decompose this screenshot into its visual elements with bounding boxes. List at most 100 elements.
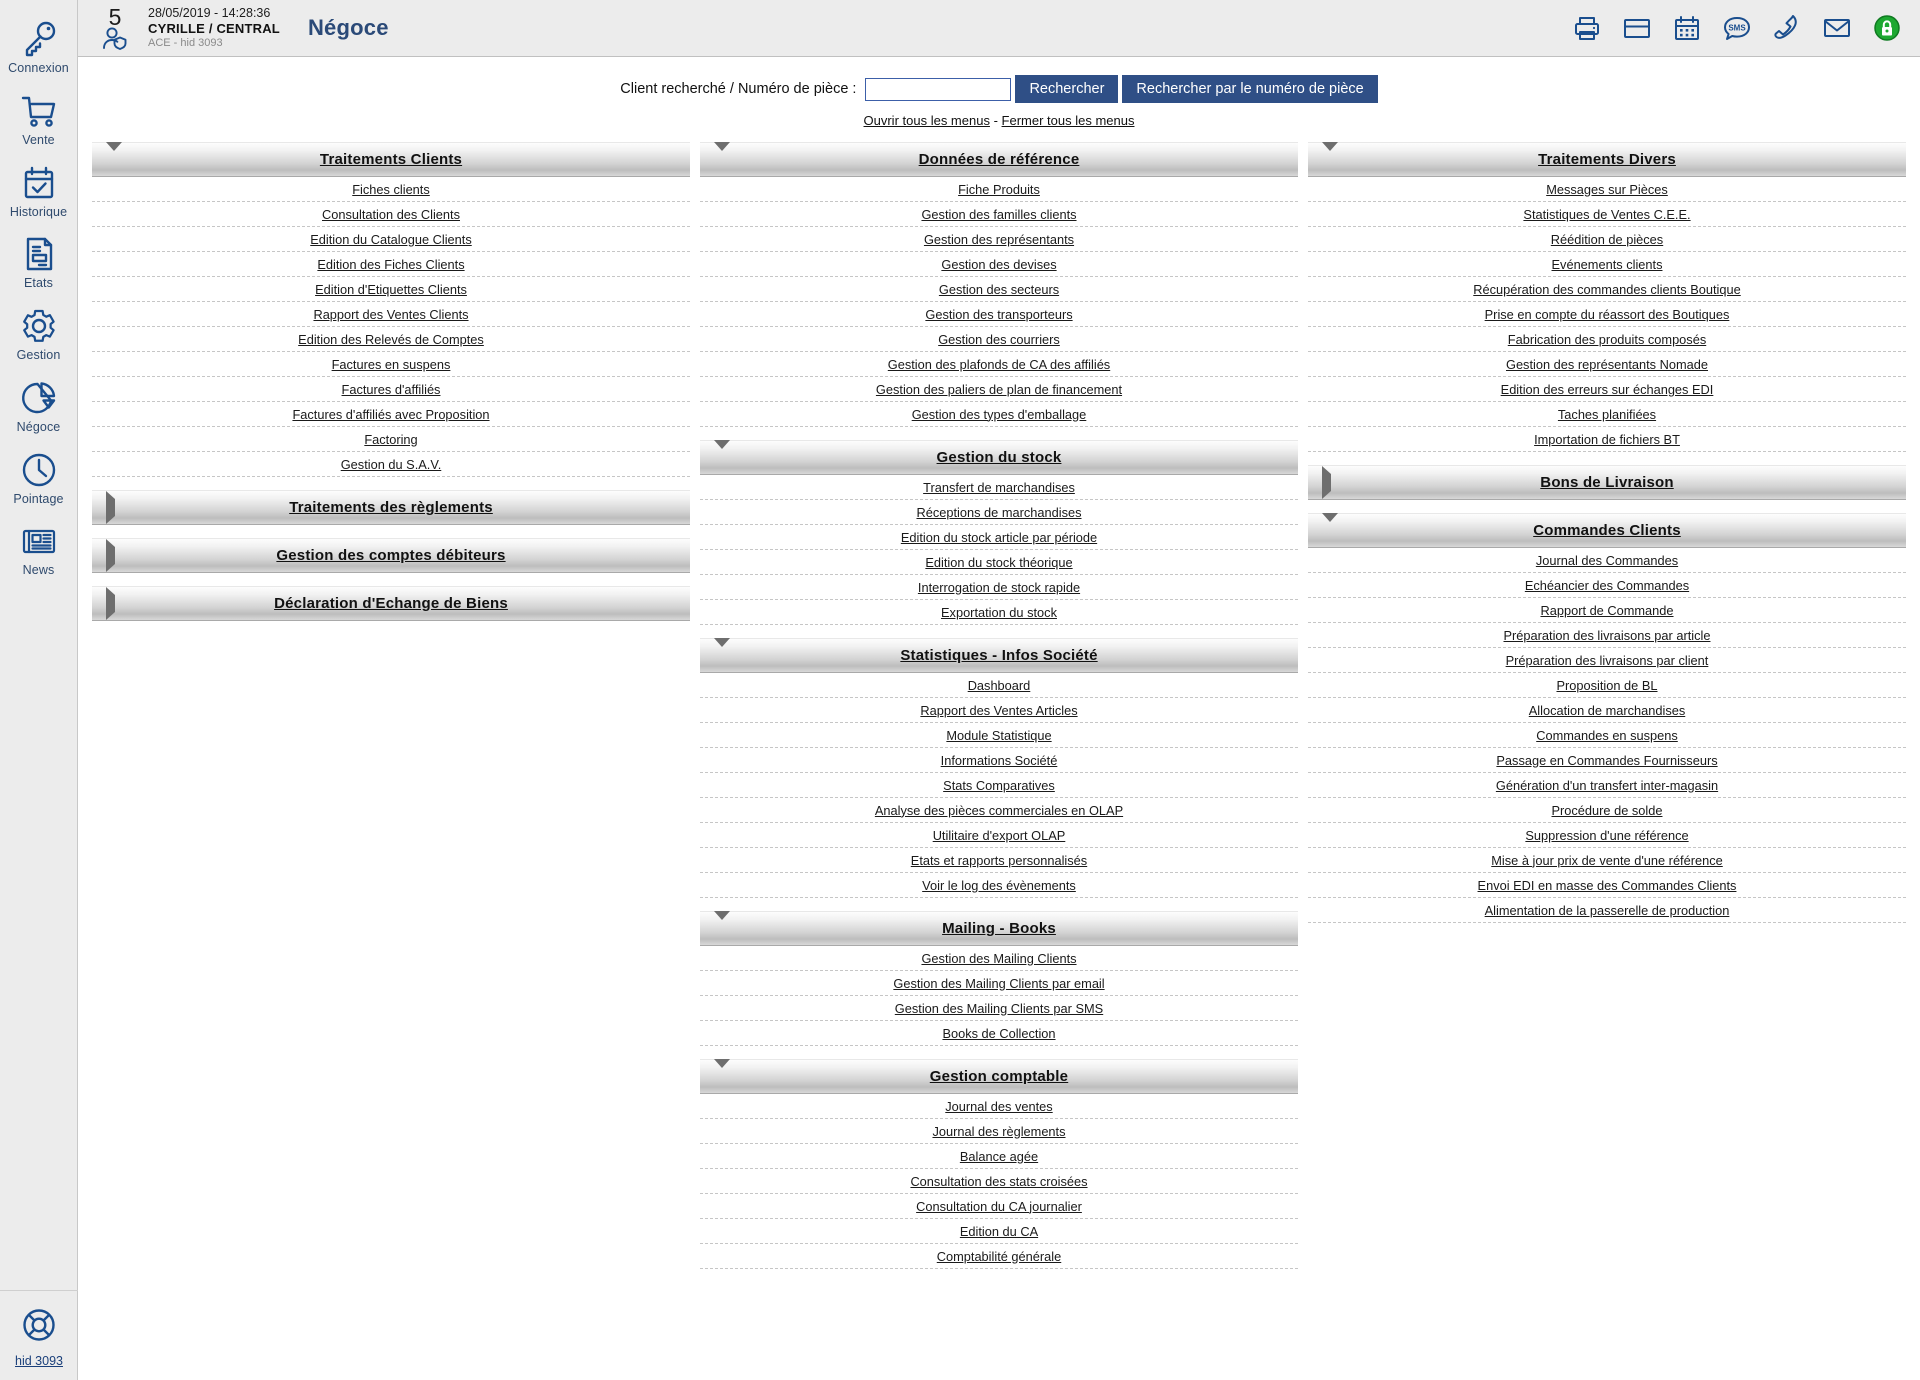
menu-item[interactable]: Prise en compte du réassort des Boutique…: [1308, 302, 1906, 327]
window-icon[interactable]: [1622, 13, 1652, 43]
sidebar-item-connexion[interactable]: Connexion: [0, 10, 78, 82]
menu-item-link[interactable]: Taches planifiées: [1558, 407, 1656, 422]
menu-item[interactable]: Edition du Catalogue Clients: [92, 227, 690, 252]
mail-icon[interactable]: [1822, 13, 1852, 43]
chevron-down-icon[interactable]: [714, 1058, 730, 1086]
menu-panel-header[interactable]: Gestion comptable: [700, 1058, 1298, 1094]
menu-item-link[interactable]: Gestion des plafonds de CA des affiliés: [888, 357, 1110, 372]
menu-item[interactable]: Factoring: [92, 427, 690, 452]
menu-item[interactable]: Réceptions de marchandises: [700, 500, 1298, 525]
menu-item[interactable]: Gestion des Mailing Clients par SMS: [700, 996, 1298, 1021]
menu-item-link[interactable]: Factures d'affiliés: [342, 382, 441, 397]
menu-item[interactable]: Analyse des pièces commerciales en OLAP: [700, 798, 1298, 823]
menu-item[interactable]: Allocation de marchandises: [1308, 698, 1906, 723]
menu-item[interactable]: Procédure de solde: [1308, 798, 1906, 823]
menu-item[interactable]: Rapport des Ventes Articles: [700, 698, 1298, 723]
menu-item[interactable]: Utilitaire d'export OLAP: [700, 823, 1298, 848]
search-input[interactable]: [865, 77, 1012, 101]
menu-item-link[interactable]: Exportation du stock: [941, 605, 1057, 620]
sidebar-item-historique[interactable]: Historique: [0, 154, 78, 226]
menu-item-link[interactable]: Journal des ventes: [945, 1099, 1052, 1114]
menu-item[interactable]: Proposition de BL: [1308, 673, 1906, 698]
sidebar-item-vente[interactable]: Vente: [0, 82, 78, 154]
menu-item-link[interactable]: Etats et rapports personnalisés: [911, 853, 1087, 868]
menu-item-link[interactable]: Réédition de pièces: [1551, 232, 1663, 247]
menu-item-link[interactable]: Edition du stock théorique: [925, 555, 1072, 570]
menu-item-link[interactable]: Evénements clients: [1552, 257, 1663, 272]
menu-item-link[interactable]: Edition des Fiches Clients: [317, 257, 464, 272]
sidebar-item-negoce[interactable]: Négoce: [0, 369, 78, 441]
menu-item-link[interactable]: Voir le log des évènements: [922, 878, 1076, 893]
open-all-menus-link[interactable]: Ouvrir tous les menus: [864, 113, 990, 128]
menu-item[interactable]: Gestion des Mailing Clients: [700, 946, 1298, 971]
menu-item[interactable]: Commandes en suspens: [1308, 723, 1906, 748]
menu-panel-header[interactable]: Statistiques - Infos Société: [700, 637, 1298, 673]
menu-item[interactable]: Stats Comparatives: [700, 773, 1298, 798]
menu-item-link[interactable]: Balance agée: [960, 1149, 1038, 1164]
chevron-down-icon[interactable]: [106, 141, 122, 169]
menu-item[interactable]: Gestion des courriers: [700, 327, 1298, 352]
menu-item[interactable]: Gestion des représentants: [700, 227, 1298, 252]
menu-item-link[interactable]: Gestion des devises: [941, 257, 1056, 272]
menu-item[interactable]: Comptabilité générale: [700, 1244, 1298, 1269]
menu-item-link[interactable]: Proposition de BL: [1556, 678, 1657, 693]
menu-panel-header[interactable]: Commandes Clients: [1308, 512, 1906, 548]
menu-item[interactable]: Alimentation de la passerelle de product…: [1308, 898, 1906, 923]
sidebar-item-news[interactable]: News: [0, 512, 78, 584]
menu-item-link[interactable]: Comptabilité générale: [937, 1249, 1062, 1264]
menu-item-link[interactable]: Utilitaire d'export OLAP: [933, 828, 1066, 843]
menu-item-link[interactable]: Envoi EDI en masse des Commandes Clients: [1478, 878, 1737, 893]
menu-item[interactable]: Mise à jour prix de vente d'une référenc…: [1308, 848, 1906, 873]
menu-item[interactable]: Edition des erreurs sur échanges EDI: [1308, 377, 1906, 402]
menu-item[interactable]: Books de Collection: [700, 1021, 1298, 1046]
lock-icon[interactable]: [1872, 13, 1902, 43]
menu-item[interactable]: Journal des ventes: [700, 1094, 1298, 1119]
menu-item-link[interactable]: Gestion des secteurs: [939, 282, 1059, 297]
menu-item[interactable]: Envoi EDI en masse des Commandes Clients: [1308, 873, 1906, 898]
menu-item-link[interactable]: Stats Comparatives: [943, 778, 1055, 793]
menu-item[interactable]: Gestion des devises: [700, 252, 1298, 277]
menu-item[interactable]: Edition des Relevés de Comptes: [92, 327, 690, 352]
menu-item-link[interactable]: Edition des Relevés de Comptes: [298, 332, 484, 347]
menu-item-link[interactable]: Commandes en suspens: [1536, 728, 1678, 743]
menu-item-link[interactable]: Consultation du CA journalier: [916, 1199, 1082, 1214]
menu-panel-header[interactable]: Traitements Clients: [92, 141, 690, 177]
menu-item-link[interactable]: Procédure de solde: [1552, 803, 1663, 818]
menu-item-link[interactable]: Gestion des Mailing Clients par email: [893, 976, 1104, 991]
menu-item[interactable]: Rapport des Ventes Clients: [92, 302, 690, 327]
menu-item[interactable]: Dashboard: [700, 673, 1298, 698]
menu-item[interactable]: Journal des règlements: [700, 1119, 1298, 1144]
menu-item-link[interactable]: Préparation des livraisons par client: [1506, 653, 1709, 668]
calendar-icon[interactable]: [1672, 13, 1702, 43]
menu-item-link[interactable]: Gestion des courriers: [938, 332, 1060, 347]
chevron-down-icon[interactable]: [1322, 141, 1338, 169]
menu-item[interactable]: Gestion des secteurs: [700, 277, 1298, 302]
menu-item[interactable]: Factures d'affiliés: [92, 377, 690, 402]
menu-panel-header[interactable]: Déclaration d'Echange de Biens: [92, 586, 690, 621]
menu-item-link[interactable]: Factoring: [364, 432, 417, 447]
menu-item-link[interactable]: Alimentation de la passerelle de product…: [1485, 903, 1730, 918]
menu-item-link[interactable]: Réceptions de marchandises: [916, 505, 1081, 520]
menu-item[interactable]: Edition du CA: [700, 1219, 1298, 1244]
menu-item[interactable]: Génération d'un transfert inter-magasin: [1308, 773, 1906, 798]
menu-item-link[interactable]: Rapport des Ventes Clients: [313, 307, 468, 322]
menu-item[interactable]: Statistiques de Ventes C.E.E.: [1308, 202, 1906, 227]
menu-item-link[interactable]: Consultation des Clients: [322, 207, 460, 222]
chevron-right-icon[interactable]: [106, 538, 115, 572]
menu-item[interactable]: Consultation des Clients: [92, 202, 690, 227]
menu-item-link[interactable]: Prise en compte du réassort des Boutique…: [1485, 307, 1730, 322]
menu-item-link[interactable]: Gestion des paliers de plan de financeme…: [876, 382, 1122, 397]
menu-item-link[interactable]: Gestion du S.A.V.: [341, 457, 442, 472]
menu-item[interactable]: Gestion du S.A.V.: [92, 452, 690, 477]
menu-item-link[interactable]: Dashboard: [968, 678, 1031, 693]
menu-item[interactable]: Edition des Fiches Clients: [92, 252, 690, 277]
menu-item-link[interactable]: Statistiques de Ventes C.E.E.: [1523, 207, 1690, 222]
menu-item-link[interactable]: Gestion des types d'emballage: [912, 407, 1087, 422]
close-all-menus-link[interactable]: Fermer tous les menus: [1002, 113, 1135, 128]
menu-item[interactable]: Voir le log des évènements: [700, 873, 1298, 898]
menu-item[interactable]: Informations Société: [700, 748, 1298, 773]
menu-panel-header[interactable]: Mailing - Books: [700, 910, 1298, 946]
menu-item-link[interactable]: Gestion des transporteurs: [925, 307, 1072, 322]
menu-panel-header[interactable]: Données de référence: [700, 141, 1298, 177]
menu-item-link[interactable]: Edition des erreurs sur échanges EDI: [1501, 382, 1714, 397]
